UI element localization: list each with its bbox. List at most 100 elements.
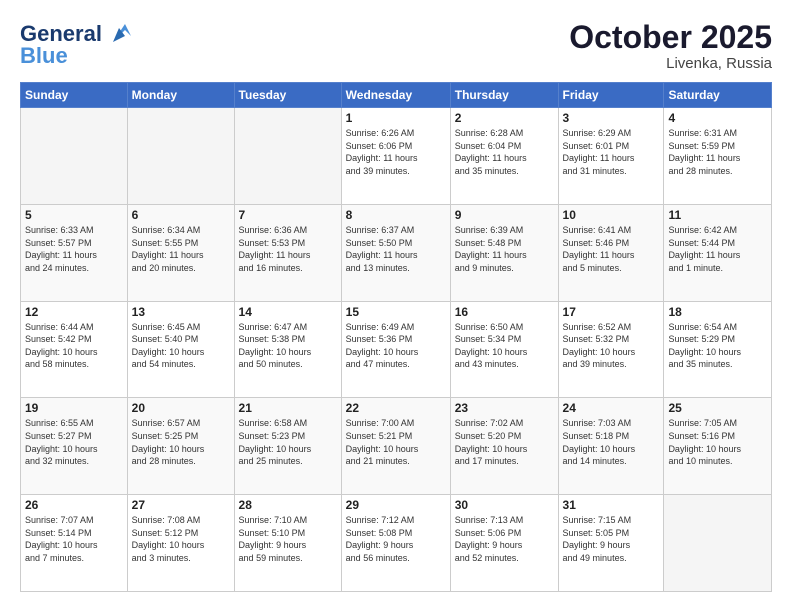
day-number: 18 xyxy=(668,305,767,319)
day-number: 10 xyxy=(563,208,660,222)
table-row: 25 Sunrise: 7:05 AM Sunset: 5:16 PM Dayli… xyxy=(664,398,772,495)
table-row: 19 Sunrise: 6:55 AM Sunset: 5:27 PM Dayli… xyxy=(21,398,128,495)
day-number: 12 xyxy=(25,305,123,319)
table-row: 11 Sunrise: 6:42 AM Sunset: 5:44 PM Dayli… xyxy=(664,204,772,301)
day-info: Sunrise: 7:07 AM Sunset: 5:14 PM Dayligh… xyxy=(25,514,123,564)
table-row xyxy=(664,495,772,592)
table-row: 15 Sunrise: 6:49 AM Sunset: 5:36 PM Dayli… xyxy=(341,301,450,398)
day-info: Sunrise: 6:50 AM Sunset: 5:34 PM Dayligh… xyxy=(455,321,554,371)
table-row: 26 Sunrise: 7:07 AM Sunset: 5:14 PM Dayli… xyxy=(21,495,128,592)
day-number: 30 xyxy=(455,498,554,512)
table-row: 5Sunrise: 6:33 AM Sunset: 5:57 PM Daylig… xyxy=(21,204,128,301)
day-info: Sunrise: 7:10 AM Sunset: 5:10 PM Dayligh… xyxy=(239,514,337,564)
header-friday: Friday xyxy=(558,83,664,108)
day-info: Sunrise: 6:44 AM Sunset: 5:42 PM Dayligh… xyxy=(25,321,123,371)
table-row: 2 Sunrise: 6:28 AM Sunset: 6:04 PM Daylig… xyxy=(450,108,558,205)
day-info: Sunrise: 6:41 AM Sunset: 5:46 PM Dayligh… xyxy=(563,224,660,274)
header: General Blue October 2025 Livenka, Russi… xyxy=(20,20,772,72)
table-row: 7 Sunrise: 6:36 AM Sunset: 5:53 PM Daylig… xyxy=(234,204,341,301)
header-saturday: Saturday xyxy=(664,83,772,108)
header-monday: Monday xyxy=(127,83,234,108)
day-info: Sunrise: 7:05 AM Sunset: 5:16 PM Dayligh… xyxy=(668,417,767,467)
header-sunday: Sunday xyxy=(21,83,128,108)
table-row: 18 Sunrise: 6:54 AM Sunset: 5:29 PM Dayli… xyxy=(664,301,772,398)
day-number: 3 xyxy=(563,111,660,125)
day-number: 2 xyxy=(455,111,554,125)
day-number: 8 xyxy=(346,208,446,222)
month-title: October 2025 xyxy=(569,20,772,55)
table-row: 8 Sunrise: 6:37 AM Sunset: 5:50 PM Daylig… xyxy=(341,204,450,301)
day-number: 20 xyxy=(132,401,230,415)
table-row: 3 Sunrise: 6:29 AM Sunset: 6:01 PM Daylig… xyxy=(558,108,664,205)
table-row: 31Sunrise: 7:15 AM Sunset: 5:05 PM Dayli… xyxy=(558,495,664,592)
calendar-week-row: 19 Sunrise: 6:55 AM Sunset: 5:27 PM Dayli… xyxy=(21,398,772,495)
table-row: 13Sunrise: 6:45 AM Sunset: 5:40 PM Dayli… xyxy=(127,301,234,398)
day-info: Sunrise: 7:13 AM Sunset: 5:06 PM Dayligh… xyxy=(455,514,554,564)
day-number: 21 xyxy=(239,401,337,415)
day-number: 4 xyxy=(668,111,767,125)
table-row: 9 Sunrise: 6:39 AM Sunset: 5:48 PM Daylig… xyxy=(450,204,558,301)
day-number: 7 xyxy=(239,208,337,222)
day-number: 16 xyxy=(455,305,554,319)
table-row: 12 Sunrise: 6:44 AM Sunset: 5:42 PM Dayli… xyxy=(21,301,128,398)
table-row: 23Sunrise: 7:02 AM Sunset: 5:20 PM Dayli… xyxy=(450,398,558,495)
table-row xyxy=(127,108,234,205)
day-number: 19 xyxy=(25,401,123,415)
table-row: 29Sunrise: 7:12 AM Sunset: 5:08 PM Dayli… xyxy=(341,495,450,592)
title-block: October 2025 Livenka, Russia xyxy=(569,20,772,72)
day-info: Sunrise: 6:36 AM Sunset: 5:53 PM Dayligh… xyxy=(239,224,337,274)
table-row: 22 Sunrise: 7:00 AM Sunset: 5:21 PM Dayli… xyxy=(341,398,450,495)
day-info: Sunrise: 7:00 AM Sunset: 5:21 PM Dayligh… xyxy=(346,417,446,467)
day-info: Sunrise: 6:54 AM Sunset: 5:29 PM Dayligh… xyxy=(668,321,767,371)
day-number: 14 xyxy=(239,305,337,319)
day-info: Sunrise: 6:33 AM Sunset: 5:57 PM Dayligh… xyxy=(25,224,123,274)
day-number: 28 xyxy=(239,498,337,512)
day-number: 22 xyxy=(346,401,446,415)
table-row: 16 Sunrise: 6:50 AM Sunset: 5:34 PM Dayli… xyxy=(450,301,558,398)
table-row xyxy=(21,108,128,205)
day-number: 15 xyxy=(346,305,446,319)
day-info: Sunrise: 7:03 AM Sunset: 5:18 PM Dayligh… xyxy=(563,417,660,467)
day-number: 1 xyxy=(346,111,446,125)
header-tuesday: Tuesday xyxy=(234,83,341,108)
table-row: 14 Sunrise: 6:47 AM Sunset: 5:38 PM Dayli… xyxy=(234,301,341,398)
day-info: Sunrise: 6:52 AM Sunset: 5:32 PM Dayligh… xyxy=(563,321,660,371)
day-info: Sunrise: 6:29 AM Sunset: 6:01 PM Dayligh… xyxy=(563,127,660,177)
day-info: Sunrise: 6:28 AM Sunset: 6:04 PM Dayligh… xyxy=(455,127,554,177)
day-number: 11 xyxy=(668,208,767,222)
day-info: Sunrise: 6:47 AM Sunset: 5:38 PM Dayligh… xyxy=(239,321,337,371)
header-wednesday: Wednesday xyxy=(341,83,450,108)
day-number: 9 xyxy=(455,208,554,222)
day-info: Sunrise: 6:39 AM Sunset: 5:48 PM Dayligh… xyxy=(455,224,554,274)
day-info: Sunrise: 6:31 AM Sunset: 5:59 PM Dayligh… xyxy=(668,127,767,177)
day-number: 17 xyxy=(563,305,660,319)
day-info: Sunrise: 6:37 AM Sunset: 5:50 PM Dayligh… xyxy=(346,224,446,274)
day-number: 27 xyxy=(132,498,230,512)
day-info: Sunrise: 6:55 AM Sunset: 5:27 PM Dayligh… xyxy=(25,417,123,467)
table-row: 10 Sunrise: 6:41 AM Sunset: 5:46 PM Dayli… xyxy=(558,204,664,301)
calendar-header-row: Sunday Monday Tuesday Wednesday Thursday… xyxy=(21,83,772,108)
day-info: Sunrise: 6:57 AM Sunset: 5:25 PM Dayligh… xyxy=(132,417,230,467)
day-number: 25 xyxy=(668,401,767,415)
day-info: Sunrise: 6:49 AM Sunset: 5:36 PM Dayligh… xyxy=(346,321,446,371)
day-number: 26 xyxy=(25,498,123,512)
table-row: 30 Sunrise: 7:13 AM Sunset: 5:06 PM Dayli… xyxy=(450,495,558,592)
day-info: Sunrise: 6:42 AM Sunset: 5:44 PM Dayligh… xyxy=(668,224,767,274)
calendar-week-row: 1 Sunrise: 6:26 AM Sunset: 6:06 PM Daylig… xyxy=(21,108,772,205)
day-number: 13 xyxy=(132,305,230,319)
table-row: 1 Sunrise: 6:26 AM Sunset: 6:06 PM Daylig… xyxy=(341,108,450,205)
logo: General Blue xyxy=(20,20,133,68)
day-number: 24 xyxy=(563,401,660,415)
day-info: Sunrise: 6:26 AM Sunset: 6:06 PM Dayligh… xyxy=(346,127,446,177)
table-row xyxy=(234,108,341,205)
logo-icon xyxy=(105,20,133,48)
calendar: Sunday Monday Tuesday Wednesday Thursday… xyxy=(20,82,772,592)
table-row: 28 Sunrise: 7:10 AM Sunset: 5:10 PM Dayli… xyxy=(234,495,341,592)
calendar-week-row: 5Sunrise: 6:33 AM Sunset: 5:57 PM Daylig… xyxy=(21,204,772,301)
calendar-week-row: 12 Sunrise: 6:44 AM Sunset: 5:42 PM Dayli… xyxy=(21,301,772,398)
day-info: Sunrise: 7:15 AM Sunset: 5:05 PM Dayligh… xyxy=(563,514,660,564)
day-info: Sunrise: 6:34 AM Sunset: 5:55 PM Dayligh… xyxy=(132,224,230,274)
day-number: 6 xyxy=(132,208,230,222)
day-info: Sunrise: 7:12 AM Sunset: 5:08 PM Dayligh… xyxy=(346,514,446,564)
day-info: Sunrise: 7:02 AM Sunset: 5:20 PM Dayligh… xyxy=(455,417,554,467)
